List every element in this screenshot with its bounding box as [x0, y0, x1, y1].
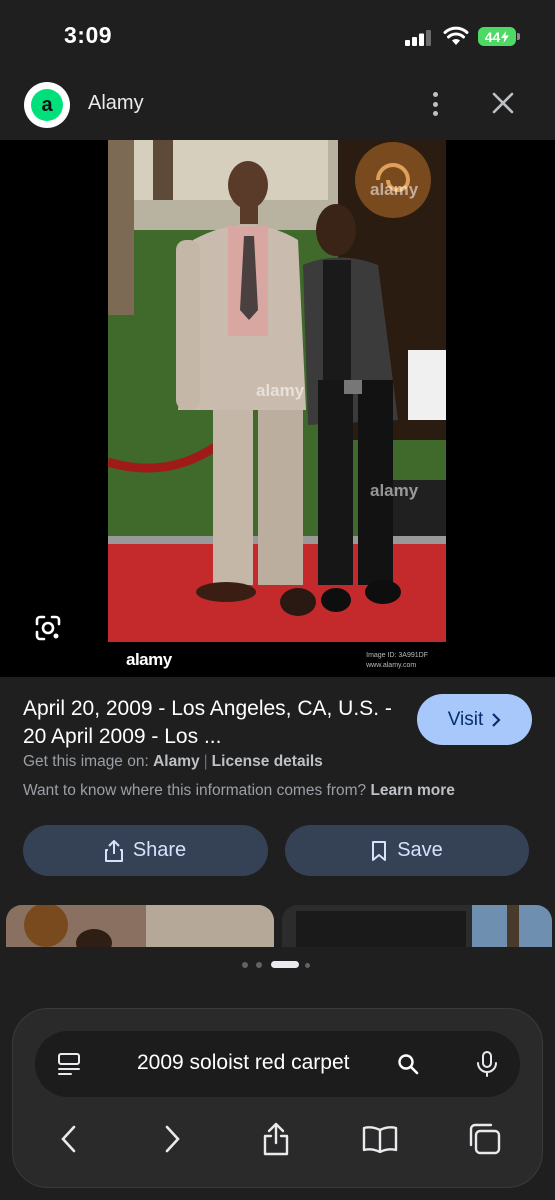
pager-dot[interactable] — [305, 963, 310, 968]
bookmark-icon — [372, 840, 387, 861]
browser-toolbar: 2009 soloist red carpet — [12, 1008, 543, 1188]
alamy-logo: alamy — [126, 650, 172, 669]
photo-illustration: alamy alamy alamy — [108, 140, 446, 642]
related-image-thumbnail[interactable] — [6, 905, 274, 947]
status-time: 3:09 — [64, 22, 113, 48]
close-icon[interactable] — [488, 88, 518, 118]
share-icon — [104, 839, 123, 862]
site-favicon: a — [24, 82, 70, 128]
pager-dot[interactable] — [256, 962, 262, 968]
share-button[interactable]: Share — [23, 825, 268, 876]
photo-footer: alamy Image ID: 3A991DF www.alamy.com — [108, 642, 446, 677]
bookmarks-icon[interactable] — [360, 1117, 400, 1161]
search-icon[interactable] — [397, 1053, 419, 1075]
chevron-right-icon — [492, 712, 501, 727]
charging-bolt-icon — [501, 30, 510, 43]
battery-indicator: 44 — [478, 27, 516, 46]
battery-level: 44 — [484, 28, 501, 45]
photo-watermark: alamy — [256, 381, 305, 400]
share-label: Share — [132, 839, 187, 861]
tabs-icon[interactable] — [465, 1117, 505, 1161]
info-question: Want to know where this information come… — [23, 782, 367, 799]
photo-watermark: alamy — [370, 481, 419, 500]
related-images — [0, 905, 555, 947]
tab-menu-icon[interactable] — [57, 1052, 81, 1076]
image-preview[interactable]: alamy alamy alamy alamy Image ID: 3A991D… — [0, 140, 555, 677]
wifi-icon — [443, 26, 469, 45]
microphone-icon[interactable] — [475, 1050, 499, 1078]
source-prefix: Get this image on: — [23, 753, 149, 770]
search-query[interactable]: 2009 soloist red carpet — [137, 1051, 349, 1075]
related-image-thumbnail[interactable] — [282, 905, 552, 947]
info-source-line: Want to know where this information come… — [23, 782, 455, 800]
google-lens-icon[interactable] — [34, 614, 62, 642]
address-bar[interactable]: 2009 soloist red carpet — [35, 1031, 520, 1097]
pager-dot[interactable] — [242, 962, 248, 968]
forward-icon[interactable] — [153, 1117, 193, 1161]
photo-watermark: alamy — [370, 180, 419, 199]
source-link[interactable]: Alamy — [153, 753, 200, 770]
site-header: a Alamy — [0, 72, 555, 140]
visit-button[interactable]: Visit — [417, 694, 532, 745]
site-logo-letter: a — [31, 89, 63, 121]
browser-nav-row — [13, 1117, 544, 1161]
result-photo[interactable]: alamy alamy alamy — [108, 140, 446, 642]
more-options-icon[interactable] — [420, 88, 450, 120]
share-icon[interactable] — [256, 1117, 296, 1161]
source-line: Get this image on: Alamy | License details — [23, 753, 323, 770]
license-details-link[interactable]: License details — [212, 753, 323, 770]
cellular-signal-icon — [405, 30, 431, 46]
save-button[interactable]: Save — [285, 825, 529, 876]
battery-nub — [517, 33, 520, 40]
pager-dot-active[interactable] — [271, 961, 299, 968]
carousel-pager — [242, 960, 322, 970]
image-id-label: Image ID: 3A991DF www.alamy.com — [366, 652, 428, 669]
result-title[interactable]: April 20, 2009 - Los Angeles, CA, U.S. -… — [23, 695, 393, 751]
site-name: Alamy — [88, 92, 144, 114]
status-bar: 3:09 44 — [0, 0, 555, 72]
save-label: Save — [397, 839, 443, 861]
back-icon[interactable] — [48, 1117, 88, 1161]
visit-button-label: Visit — [447, 708, 484, 730]
learn-more-link[interactable]: Learn more — [370, 782, 454, 799]
